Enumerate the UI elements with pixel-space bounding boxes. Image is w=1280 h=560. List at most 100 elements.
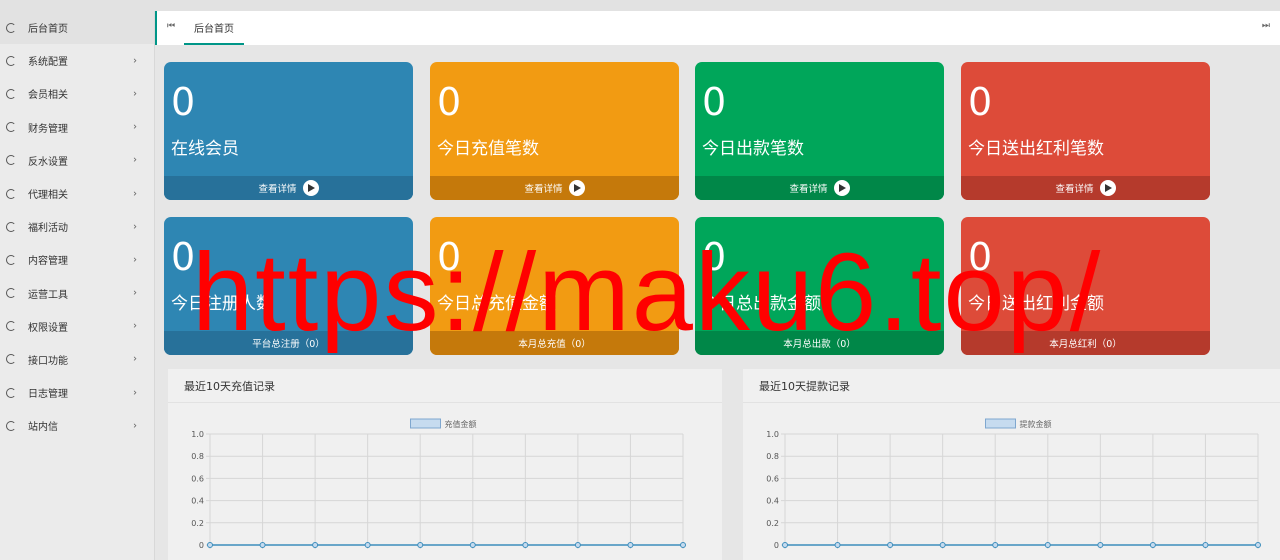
card-footer-text-row: 本月总充值（0） [430,331,679,355]
sidebar-item-logs[interactable]: 日志管理 › [0,376,154,409]
circle-icon [6,288,16,299]
card-footer-text-row: 本月总出款（0） [695,331,944,355]
chevron-right-icon: › [133,287,137,299]
circle-icon [6,88,16,99]
sidebar-item-label: 内容管理 [28,256,68,268]
card-label: 在线会员 [171,139,239,159]
sidebar-item-label: 权限设置 [28,322,68,334]
chevron-right-icon: › [133,320,137,332]
data-point [834,542,841,548]
sidebar-item-label: 福利活动 [28,223,68,235]
card-label: 今日总出款金额 [702,294,821,314]
card-footer-link[interactable]: 查看详情 [695,176,944,200]
sidebar-item-operations[interactable]: 运营工具 › [0,277,154,310]
card-footer-text: 查看详情 [258,184,297,195]
arrow-circle-right-icon [568,180,585,196]
data-point [1149,542,1156,548]
chevron-right-icon: › [133,387,137,399]
deposit-line-chart: 充值金额 1.0 0.8 0.6 0.4 0.2 0 [191,418,686,550]
stat-card-withdrawal-amount: 0 今日总出款金额 本月总出款（0） [695,217,944,355]
card-number: 0 [702,80,727,124]
data-point [1044,542,1051,548]
chevron-right-icon: › [133,221,137,233]
sidebar-item-label: 会员相关 [28,90,68,102]
legend-swatch [410,418,441,429]
sidebar-item-api[interactable]: 接口功能 › [0,343,154,376]
panel-title: 最近10天充值记录 [168,369,722,403]
y-tick-label: 0 [774,541,779,550]
stat-card-deposit-count: 0 今日充值笔数 查看详情 [430,62,679,200]
stat-card-deposit-amount: 0 今日总充值金额 本月总充值（0） [430,217,679,355]
data-point [1255,542,1261,548]
legend-swatch [985,418,1016,429]
data-point [992,542,999,548]
chevron-right-icon: › [133,254,137,266]
card-number: 0 [968,80,993,124]
y-tick-label: 0.8 [766,452,779,461]
sidebar-item-rebate[interactable]: 反水设置 › [0,144,154,177]
sidebar-item-finance[interactable]: 财务管理 › [0,111,154,144]
stat-card-registrations: 0 今日注册人数 平台总注册（0） [164,217,413,355]
card-footer-link[interactable]: 查看详情 [164,176,413,200]
sidebar-item-agents[interactable]: 代理相关 › [0,177,154,210]
data-point [312,542,319,548]
y-tick-label: 0.8 [191,452,204,461]
circle-icon [6,221,16,232]
y-tick-label: 1.0 [766,430,779,439]
y-tick-label: 0.4 [766,497,779,506]
data-point [1097,542,1104,548]
card-number: 0 [437,80,462,124]
card-number: 0 [171,235,196,279]
stat-card-bonus-count: 0 今日送出红利笔数 查看详情 [961,62,1210,200]
sidebar-item-label: 反水设置 [28,156,68,168]
sidebar-item-label: 后台首页 [28,24,68,36]
top-bar [0,0,1280,11]
y-tick-label: 0 [199,541,204,550]
sidebar-item-members[interactable]: 会员相关 › [0,77,154,110]
data-point [680,542,686,548]
chevron-right-icon: › [133,88,137,100]
card-label: 今日总充值金额 [437,294,556,314]
arrow-circle-right-icon [302,180,319,196]
sidebar-item-home[interactable]: 后台首页 [0,11,154,45]
panel-title: 最近10天提款记录 [743,369,1280,403]
circle-icon [6,420,16,431]
withdrawal-chart-panel: 最近10天提款记录 提款金额 1.0 0.8 0.6 0.4 0.2 0 [743,369,1280,560]
card-footer-text-row: 本月总红利（0） [961,331,1210,355]
legend-label: 提款金额 [1020,419,1052,429]
card-label: 今日送出红利金额 [968,294,1104,314]
sidebar-item-system-config[interactable]: 系统配置 › [0,44,154,77]
card-label: 今日充值笔数 [437,139,539,159]
data-point [364,542,371,548]
sidebar-item-label: 系统配置 [28,57,68,69]
sidebar-item-messages[interactable]: 站内信 › [0,409,154,442]
card-footer-text: 本月总充值（0） [518,339,591,350]
card-label: 今日出款笔数 [702,139,804,159]
chevron-right-icon: › [133,420,137,432]
data-point [574,542,581,548]
sidebar-item-promotions[interactable]: 福利活动 › [0,210,154,243]
y-tick-label: 0.4 [191,497,204,506]
circle-icon [6,122,16,133]
data-point [887,542,894,548]
card-footer-link[interactable]: 查看详情 [961,176,1210,200]
sidebar-item-label: 代理相关 [28,190,68,202]
sidebar-item-label: 接口功能 [28,355,68,367]
data-point [1202,542,1209,548]
y-tick-label: 1.0 [191,430,204,439]
data-point [627,542,634,548]
tab-home[interactable]: 后台首页 [184,11,244,45]
sidebar-item-label: 财务管理 [28,123,68,135]
arrow-circle-right-icon [1099,180,1116,196]
tab-prev-icon[interactable]: ⏮ [167,21,175,31]
card-footer-link[interactable]: 查看详情 [430,176,679,200]
card-footer-text: 平台总注册（0） [252,339,325,350]
card-label: 今日送出红利笔数 [968,139,1104,159]
card-label: 今日注册人数 [171,294,273,314]
legend-label: 充值金额 [445,419,477,429]
data-point [469,542,476,548]
sidebar-item-content[interactable]: 内容管理 › [0,243,154,276]
tab-next-icon[interactable]: ⏭ [1262,21,1270,31]
sidebar-item-permissions[interactable]: 权限设置 › [0,310,154,343]
chevron-right-icon: › [133,121,137,133]
